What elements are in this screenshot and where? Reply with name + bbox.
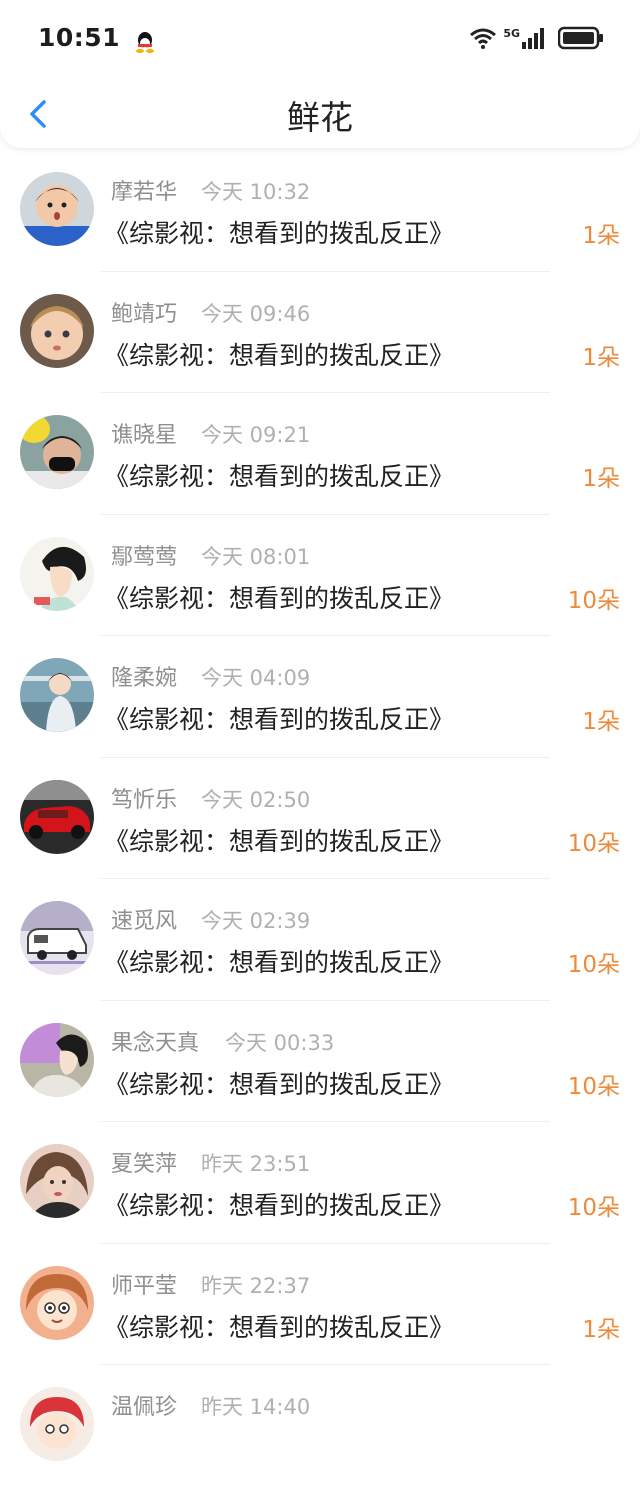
user-name: 师平莹 (111, 1273, 178, 1299)
flower-count: 1朵 (582, 709, 620, 735)
timestamp: 昨天 14:40 (201, 1395, 311, 1419)
work-title: 《综影视：想看到的拨乱反正》 (104, 340, 455, 370)
user-name: 谯晓星 (111, 423, 178, 448)
work-title: 《综影视：想看到的拨乱反正》 (104, 462, 455, 491)
avatar[interactable] (20, 658, 94, 732)
network-type: 5G (503, 27, 520, 40)
status-bar: 10:51 5G (0, 0, 640, 76)
wifi-icon (470, 28, 497, 49)
timestamp: 昨天 22:37 (201, 1273, 311, 1298)
avatar[interactable] (20, 779, 94, 854)
work-title: 《综影视：想看到的拨乱反正》 (104, 705, 455, 734)
flower-count: 10朵 (567, 830, 620, 857)
work-title: 《综影视：想看到的拨乱反正》 (104, 826, 455, 856)
page-title: 鲜花 (287, 98, 353, 137)
list-item[interactable]: 师平莹 昨天 22:37 《综影视：想看到的拨乱反正》 1朵 (0, 1244, 640, 1365)
user-name: 温佩珍 (111, 1395, 178, 1420)
list-item[interactable]: 温佩珍 昨天 14:40 (0, 1365, 640, 1487)
user-name: 鄢莺莺 (111, 544, 178, 570)
work-title: 《综影视：想看到的拨乱反正》 (104, 219, 455, 248)
list-item[interactable]: 夏笑萍 昨天 23:51 《综影视：想看到的拨乱反正》 10朵 (0, 1122, 640, 1244)
timestamp: 今天 00:33 (225, 1030, 335, 1055)
flower-count: 10朵 (567, 952, 620, 978)
timestamp: 今天 02:39 (201, 909, 311, 933)
user-name: 果念天真 (111, 1030, 200, 1056)
timestamp: 今天 02:50 (201, 787, 311, 812)
avatar[interactable] (20, 1265, 94, 1340)
flower-count: 1朵 (582, 223, 620, 249)
avatar[interactable] (20, 293, 94, 368)
avatar[interactable] (20, 1144, 94, 1218)
list-item[interactable]: 速觅风 今天 02:39 《综影视：想看到的拨乱反正》 10朵 (0, 879, 640, 1001)
list-item[interactable]: 隆柔婉 今天 04:09 《综影视：想看到的拨乱反正》 1朵 (0, 636, 640, 758)
qq-icon (136, 31, 155, 53)
flower-count: 10朵 (567, 1195, 620, 1221)
list-item[interactable]: 摩若华 今天 10:32 《综影视：想看到的拨乱反正》 1朵 (0, 150, 640, 272)
status-left: 10:51 (38, 23, 155, 53)
work-title: 《综影视：想看到的拨乱反正》 (104, 1069, 455, 1099)
timestamp: 今天 08:01 (201, 544, 311, 569)
list-item[interactable]: 鄢莺莺 今天 08:01 《综影视：想看到的拨乱反正》 10朵 (0, 515, 640, 636)
avatar[interactable] (20, 172, 94, 246)
work-title: 《综影视：想看到的拨乱反正》 (104, 1312, 455, 1342)
timestamp: 今天 09:46 (201, 301, 311, 326)
signal-icon (522, 28, 544, 49)
work-title: 《综影视：想看到的拨乱反正》 (104, 948, 455, 977)
work-title: 《综影视：想看到的拨乱反正》 (104, 583, 455, 613)
user-name: 隆柔婉 (111, 666, 178, 691)
nav-bar: 鲜花 (0, 76, 640, 148)
flower-list: 摩若华 今天 10:32 《综影视：想看到的拨乱反正》 1朵 鲍靖巧 今天 09… (0, 150, 640, 1487)
avatar[interactable] (20, 415, 94, 489)
list-item[interactable]: 谯晓星 今天 09:21 《综影视：想看到的拨乱反正》 1朵 (0, 393, 640, 515)
flower-count: 1朵 (582, 1316, 620, 1343)
user-name: 笃忻乐 (111, 787, 178, 813)
flower-count: 10朵 (567, 1073, 620, 1100)
user-name: 鲍靖巧 (111, 301, 178, 327)
avatar[interactable] (20, 1387, 94, 1461)
flower-count: 10朵 (567, 587, 620, 614)
status-time: 10:51 (38, 23, 121, 53)
status-right: 5G (469, 26, 604, 50)
flower-count: 1朵 (582, 344, 620, 371)
battery-icon (558, 26, 603, 50)
timestamp: 今天 09:21 (201, 423, 311, 447)
signal-group: 5G (503, 27, 546, 49)
user-name: 摩若华 (111, 180, 178, 205)
list-item[interactable]: 鲍靖巧 今天 09:46 《综影视：想看到的拨乱反正》 1朵 (0, 272, 640, 393)
avatar[interactable] (20, 901, 94, 975)
avatar[interactable] (20, 1022, 94, 1097)
list-item[interactable]: 果念天真 今天 00:33 《综影视：想看到的拨乱反正》 10朵 (0, 1001, 640, 1122)
user-name: 夏笑萍 (111, 1152, 178, 1177)
user-name: 速觅风 (111, 909, 178, 934)
list-item[interactable]: 笃忻乐 今天 02:50 《综影视：想看到的拨乱反正》 10朵 (0, 758, 640, 879)
flower-count: 1朵 (582, 466, 620, 492)
work-title: 《综影视：想看到的拨乱反正》 (104, 1191, 455, 1220)
timestamp: 今天 04:09 (201, 666, 311, 690)
timestamp: 今天 10:32 (201, 180, 311, 204)
avatar[interactable] (20, 536, 94, 611)
timestamp: 昨天 23:51 (201, 1152, 311, 1176)
